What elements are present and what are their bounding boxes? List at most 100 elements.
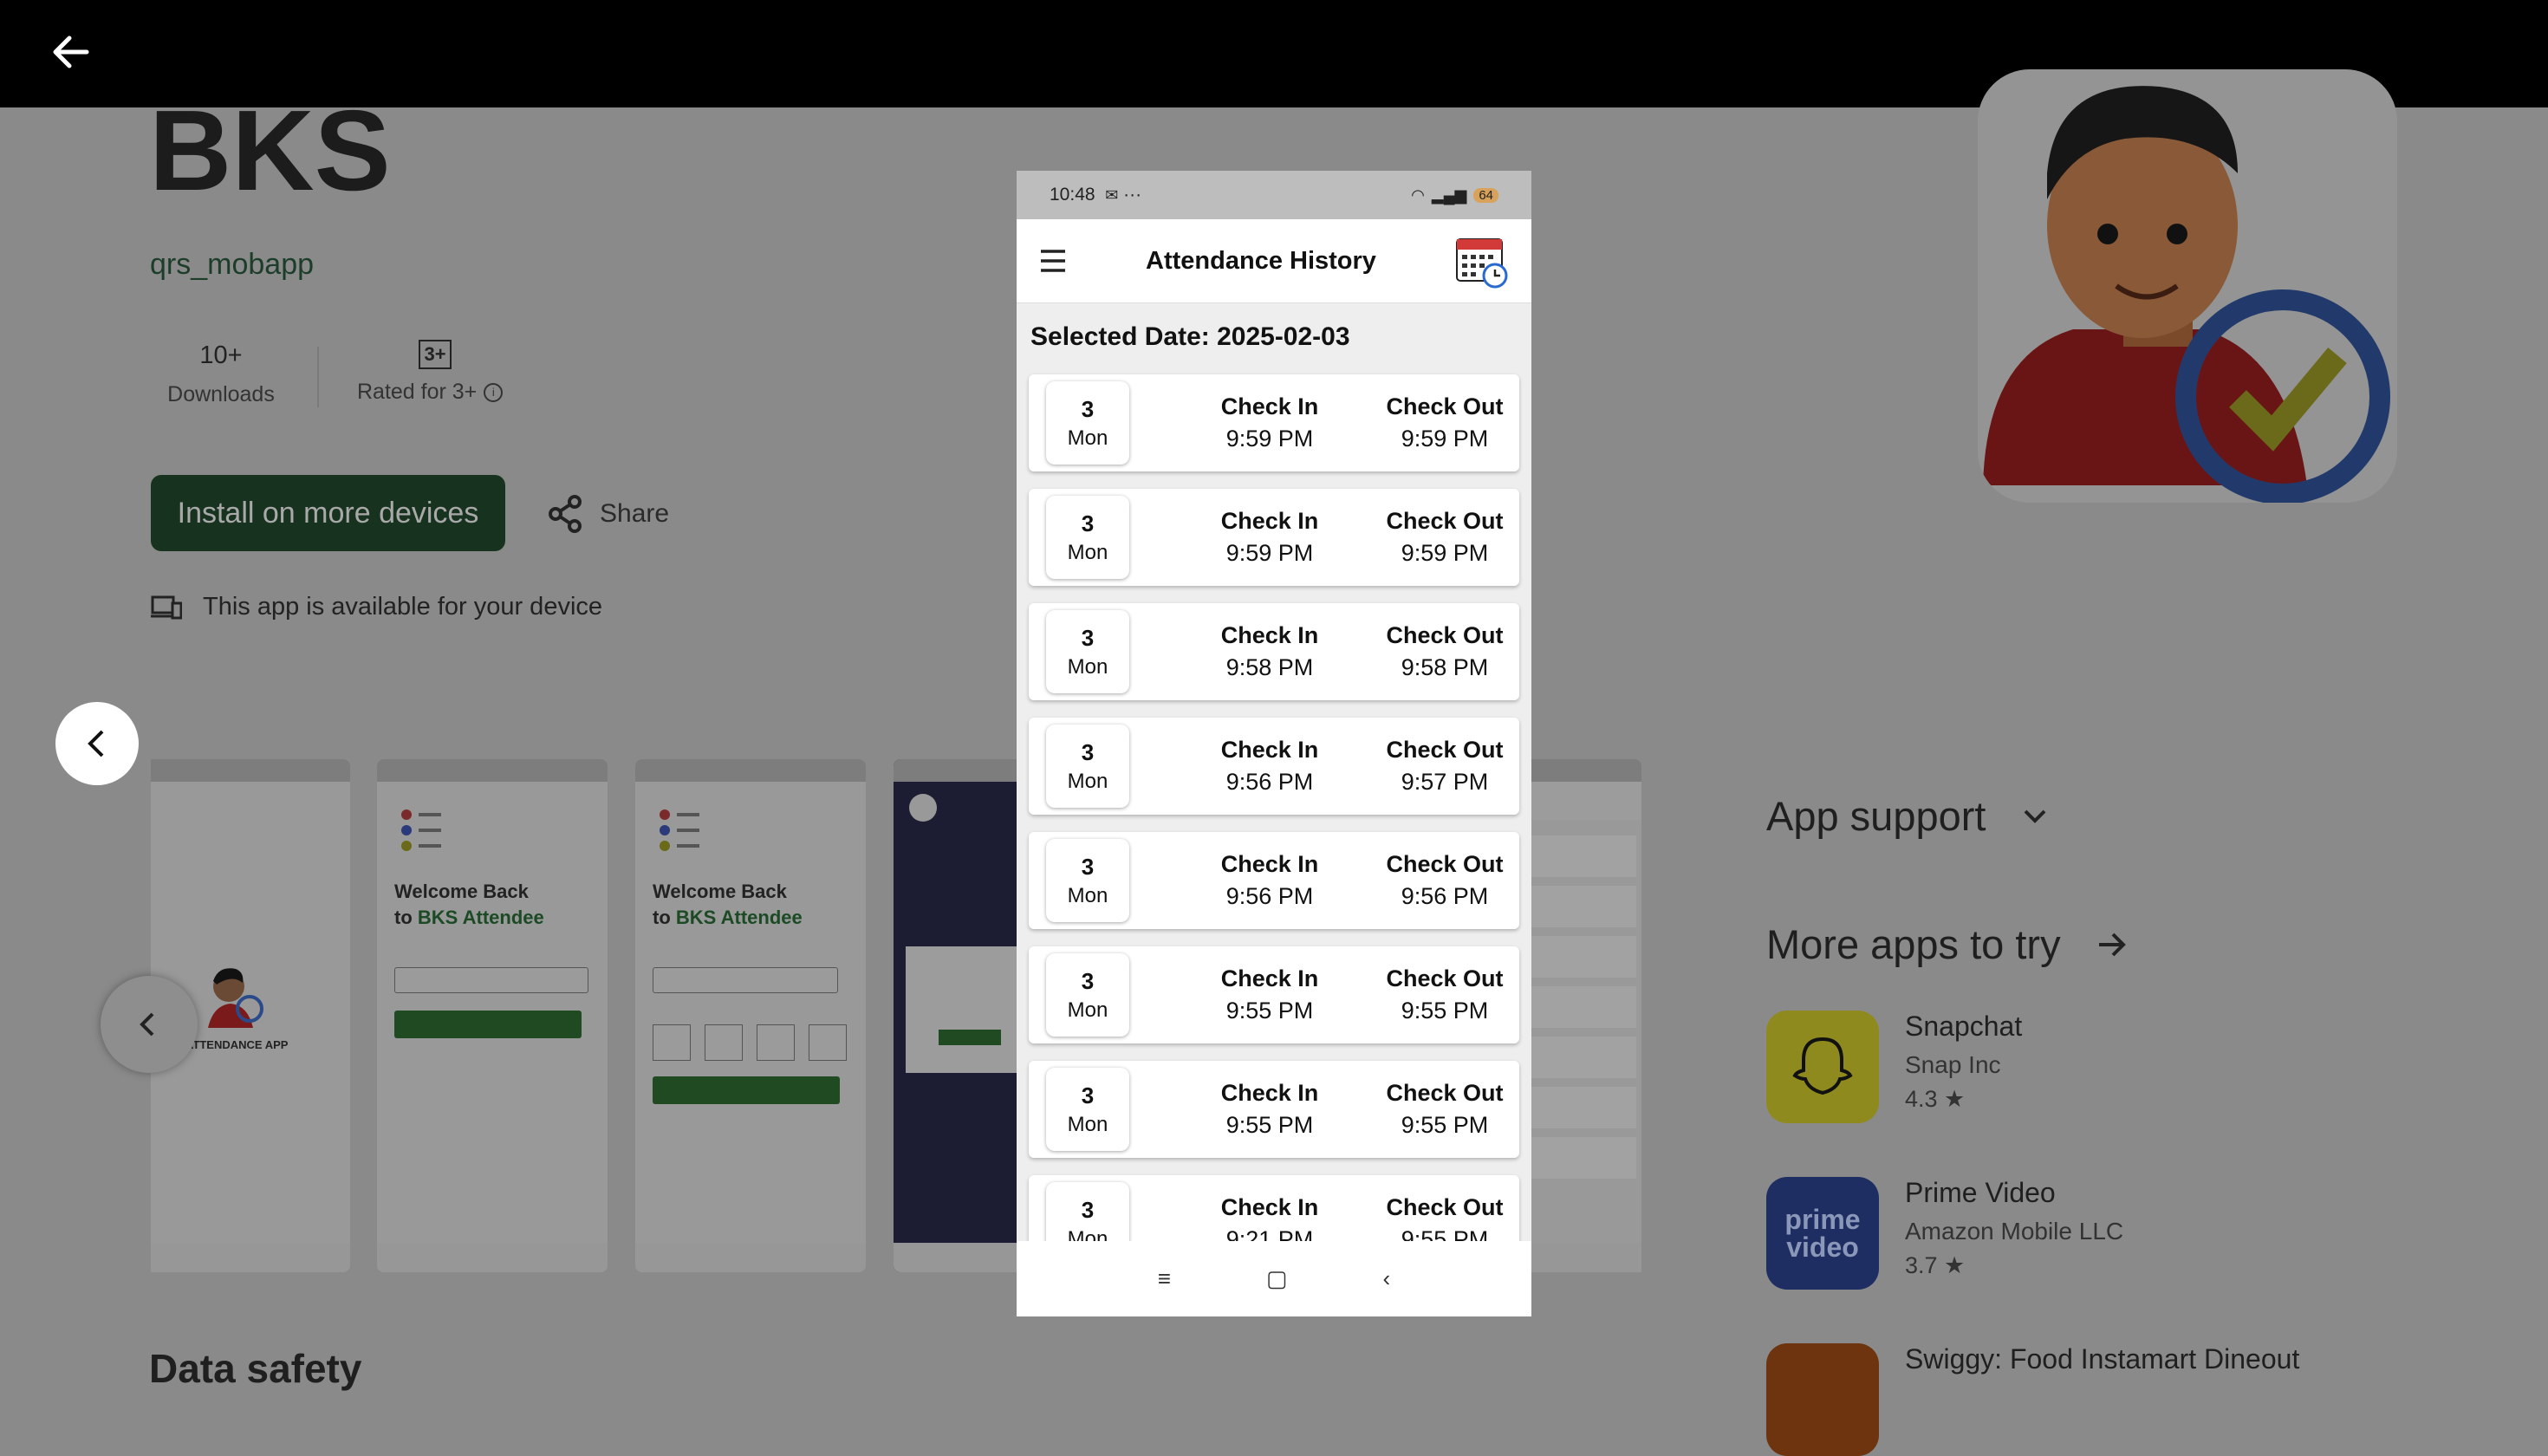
attendance-list: Selected Date: 2025-02-03 3 Mon Check In 9… — [1017, 303, 1531, 1241]
prime-video-icon: prime video — [1766, 1177, 1879, 1290]
screenshot-4[interactable] — [894, 759, 1024, 1272]
check-in-label: Check In — [1220, 622, 1319, 648]
check-out-time: 9:55 PM — [1401, 1226, 1489, 1241]
day-badge: 3 Mon — [1046, 725, 1129, 808]
share-label: Share — [600, 499, 670, 528]
day-badge: 3 Mon — [1046, 839, 1129, 922]
home-nav-icon[interactable]: ▢ — [1266, 1265, 1288, 1292]
attendance-record[interactable]: 3 Mon Check In 9:56 PM Check Out 9:56 PM — [1029, 832, 1519, 929]
screenshot-prev-button[interactable] — [101, 976, 198, 1073]
expanded-screenshot: 10:48 ✉ ··· ◠ ▂▄▆ 64 Attendance History … — [1017, 171, 1531, 1316]
app-card-prime-video[interactable]: prime video Prime Video Amazon Mobile LLC… — [1766, 1177, 2123, 1290]
check-out-time: 9:58 PM — [1401, 654, 1489, 680]
phone-title: Attendance History — [1146, 246, 1376, 275]
selected-date: Selected Date: 2025-02-03 — [1030, 322, 1350, 351]
check-in-label: Check In — [1220, 1194, 1319, 1220]
check-out-label: Check Out — [1386, 508, 1504, 534]
screenshot-5[interactable] — [1525, 759, 1641, 1272]
shot1-caption: ATTENDANCE APP — [185, 1038, 289, 1051]
check-in-time: 9:59 PM — [1225, 540, 1314, 566]
phone-nav-bar: ≡ ▢ ‹ — [1017, 1241, 1531, 1316]
info-icon[interactable]: i — [484, 382, 504, 402]
day-badge: 3 Mon — [1046, 1182, 1129, 1242]
screenshot-2[interactable]: Welcome Back to BKS Attendee — [377, 759, 608, 1272]
welcome-line2-prefix: to — [394, 907, 418, 928]
day-badge: 3 Mon — [1046, 953, 1129, 1037]
back-nav-icon[interactable]: ‹ — [1383, 1265, 1391, 1292]
hamburger-menu-icon[interactable] — [1037, 248, 1069, 274]
welcome-line2-prefix: to — [653, 907, 676, 928]
check-in-time: 9:58 PM — [1225, 654, 1314, 680]
wifi-icon: ◠ — [1411, 185, 1425, 204]
install-button[interactable]: Install on more devices — [151, 475, 505, 551]
checklist-icon — [394, 808, 446, 860]
check-out-label: Check Out — [1386, 393, 1504, 419]
app-name: Prime Video — [1905, 1177, 2056, 1208]
welcome-brand: BKS Attendee — [675, 907, 803, 928]
welcome-line1: Welcome Back — [653, 881, 787, 902]
app-developer: Snap Inc — [1905, 1051, 2001, 1078]
check-out-label: Check Out — [1386, 622, 1504, 648]
signal-icon: ▂▄▆ — [1431, 185, 1467, 204]
check-in-time: 9:21 PM — [1225, 1226, 1314, 1241]
check-out-label: Check Out — [1386, 1194, 1504, 1220]
check-in-time: 9:56 PM — [1225, 883, 1314, 909]
checklist-icon — [653, 808, 705, 860]
check-in-time: 9:59 PM — [1225, 426, 1314, 452]
recents-nav-icon[interactable]: ≡ — [1158, 1265, 1171, 1292]
check-in-label: Check In — [1220, 737, 1319, 763]
battery-level: 64 — [1479, 187, 1493, 203]
check-out-time: 9:56 PM — [1401, 883, 1489, 909]
attendance-record[interactable]: 3 Mon Check In 9:59 PM Check Out 9:59 PM — [1029, 489, 1519, 586]
attendance-record[interactable]: 3 Mon Check In 9:58 PM Check Out 9:58 PM — [1029, 603, 1519, 700]
stat-divider — [317, 347, 319, 407]
app-card-snapchat[interactable]: Snapchat Snap Inc 4.3 ★ — [1766, 1011, 2022, 1123]
app-rating: 4.3 ★ — [1905, 1086, 1966, 1112]
app-developer: Amazon Mobile LLC — [1905, 1218, 2124, 1245]
downloads-value: 10+ — [199, 341, 243, 369]
app-icon-large — [1978, 69, 2397, 503]
check-out-time: 9:57 PM — [1401, 769, 1489, 795]
app-support-section[interactable]: App support — [1766, 792, 2048, 840]
more-apps-section[interactable]: More apps to try — [1766, 920, 2127, 968]
check-in-time: 9:55 PM — [1225, 998, 1314, 1024]
share-button[interactable]: Share — [548, 492, 669, 536]
back-arrow-icon[interactable] — [45, 26, 97, 78]
chevron-left-icon — [88, 730, 104, 757]
data-safety-link[interactable]: Data safety — [149, 1345, 361, 1392]
device-note-text: This app is available for your device — [203, 593, 603, 621]
screenshot-3[interactable]: Welcome Back to BKS Attendee — [635, 759, 866, 1272]
check-out-time: 9:59 PM — [1401, 540, 1489, 566]
check-in-label: Check In — [1220, 965, 1319, 991]
check-in-label: Check In — [1220, 1080, 1319, 1106]
attendance-record[interactable]: 3 Mon Check In 9:56 PM Check Out 9:57 PM — [1029, 718, 1519, 815]
check-out-label: Check Out — [1386, 851, 1504, 877]
rating-label: Rated for 3+ — [357, 380, 478, 404]
carousel-prev-button[interactable] — [55, 702, 139, 785]
attendance-record[interactable]: 3 Mon Check In 9:21 PM Check Out 9:55 PM — [1029, 1175, 1519, 1241]
welcome-brand: BKS Attendee — [417, 907, 544, 928]
phone-header: Attendance History — [1017, 219, 1531, 303]
app-card-swiggy[interactable]: Swiggy: Food Instamart Dineout — [1766, 1343, 2299, 1456]
swiggy-icon — [1766, 1343, 1879, 1456]
attendance-record[interactable]: 3 Mon Check In 9:59 PM Check Out 9:59 PM — [1029, 374, 1519, 471]
developer-link[interactable]: qrs_mobapp — [150, 248, 314, 282]
day-badge: 3 Mon — [1046, 496, 1129, 579]
check-out-time: 9:59 PM — [1401, 426, 1489, 452]
status-dots: ··· — [1123, 185, 1142, 205]
status-bar: 10:48 ✉ ··· ◠ ▂▄▆ 64 — [1017, 171, 1531, 219]
app-support-heading: App support — [1766, 793, 1986, 839]
app-title: BKS — [149, 87, 391, 214]
status-time: 10:48 — [1050, 185, 1095, 205]
snapchat-icon — [1766, 1011, 1879, 1123]
app-name: Swiggy: Food Instamart Dineout — [1905, 1343, 2300, 1375]
calendar-icon[interactable] — [1453, 232, 1511, 289]
attendance-record[interactable]: 3 Mon Check In 9:55 PM Check Out 9:55 PM — [1029, 946, 1519, 1043]
chevron-down-icon — [2025, 809, 2046, 823]
app-name: Snapchat — [1905, 1011, 2023, 1042]
mascot-icon — [208, 968, 263, 1028]
check-in-label: Check In — [1220, 851, 1319, 877]
attendance-record[interactable]: 3 Mon Check In 9:55 PM Check Out 9:55 PM — [1029, 1061, 1519, 1158]
check-in-label: Check In — [1220, 508, 1319, 534]
downloads-label: Downloads — [167, 382, 275, 406]
